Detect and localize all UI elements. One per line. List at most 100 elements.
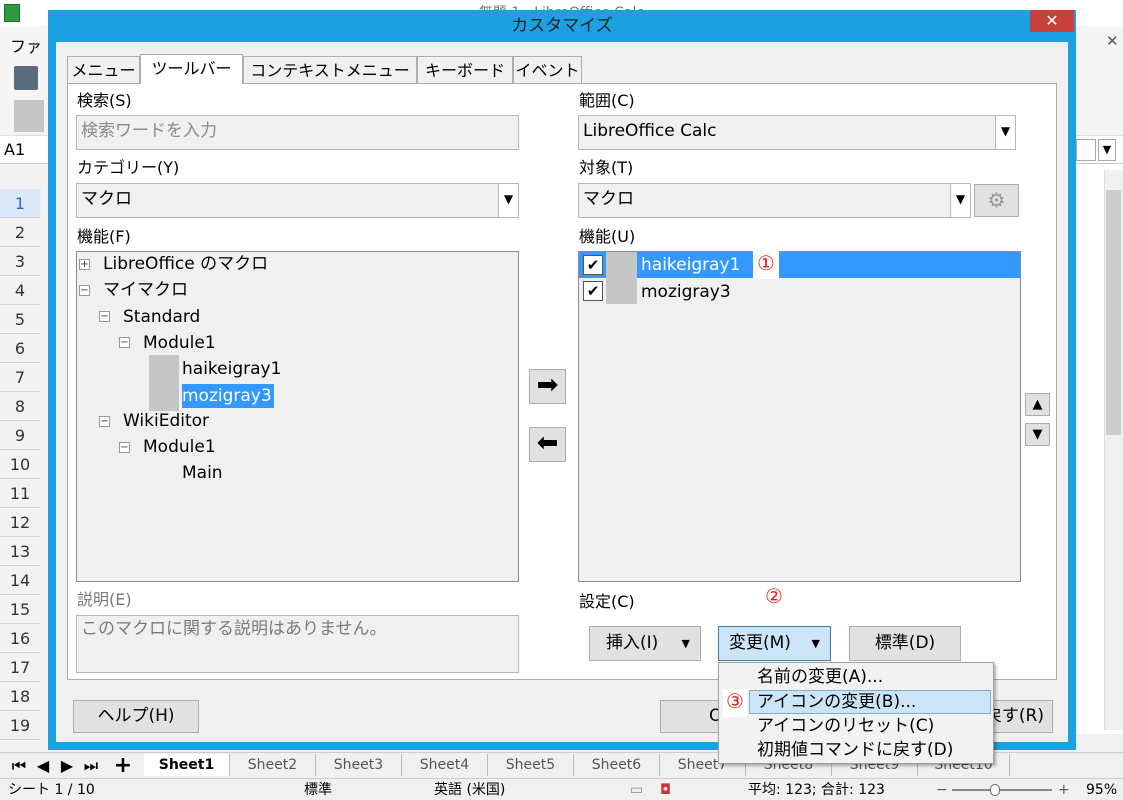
scrollbar-thumb[interactable] bbox=[1106, 190, 1121, 435]
close-document-icon[interactable]: ✕ bbox=[1106, 32, 1119, 50]
description-label: 説明(E) bbox=[77, 590, 132, 609]
add-command-button[interactable]: ➡ bbox=[529, 369, 566, 404]
selection-mode-icon[interactable]: ▭ bbox=[630, 779, 643, 800]
tree-item-main[interactable]: Main bbox=[182, 461, 223, 485]
collapse-icon[interactable]: − bbox=[99, 311, 110, 322]
tree-item-libreoffice-macros[interactable]: LibreOffice のマクロ bbox=[103, 252, 268, 276]
tab-events[interactable]: イベント bbox=[513, 56, 582, 83]
row-header[interactable]: 15 bbox=[0, 595, 40, 624]
row-header[interactable]: 9 bbox=[0, 421, 40, 450]
collapse-icon[interactable]: − bbox=[119, 442, 130, 453]
remove-command-button[interactable]: ⬅ bbox=[529, 427, 566, 462]
checkbox-haikeigray1[interactable]: ✔ bbox=[583, 255, 603, 275]
last-sheet-icon[interactable]: ⏭ bbox=[80, 755, 102, 777]
collapse-icon[interactable]: − bbox=[99, 416, 110, 427]
chevron-down-icon: ▼ bbox=[681, 637, 690, 650]
row-header[interactable]: 19 bbox=[0, 711, 40, 740]
collapse-icon[interactable]: − bbox=[79, 285, 90, 296]
status-language[interactable]: 英語 (米国) bbox=[434, 779, 505, 800]
prev-sheet-icon[interactable]: ◀ bbox=[32, 755, 54, 777]
row-header[interactable]: 13 bbox=[0, 537, 40, 566]
next-sheet-icon[interactable]: ▶ bbox=[56, 755, 78, 777]
row-header[interactable]: 16 bbox=[0, 624, 40, 653]
row-header[interactable]: 17 bbox=[0, 653, 40, 682]
command-icon-placeholder bbox=[606, 252, 637, 304]
tab-keyboard[interactable]: キーボード bbox=[417, 56, 513, 83]
arrow-up-icon: ▲ bbox=[1032, 397, 1043, 412]
zoom-in-icon[interactable]: + bbox=[1058, 779, 1070, 800]
zoom-slider[interactable] bbox=[952, 789, 1052, 791]
status-zoom[interactable]: 95% bbox=[1086, 779, 1117, 800]
list-item-haikeigray1[interactable]: haikeigray1 bbox=[641, 253, 740, 277]
gear-icon[interactable]: ⚙ bbox=[974, 184, 1019, 217]
row-header[interactable]: 3 bbox=[0, 247, 40, 276]
row-header[interactable]: 11 bbox=[0, 479, 40, 508]
zoom-slider-thumb[interactable] bbox=[990, 784, 1000, 796]
target-value: マクロ bbox=[583, 189, 634, 209]
move-down-button[interactable]: ▼ bbox=[1025, 423, 1050, 446]
chevron-down-icon[interactable]: ▼ bbox=[950, 184, 970, 217]
tree-item-standard[interactable]: Standard bbox=[123, 305, 200, 329]
row-header[interactable]: 8 bbox=[0, 392, 40, 421]
status-sheet: シート 1 / 10 bbox=[8, 782, 95, 798]
modify-button[interactable]: 変更(M) ▼ bbox=[718, 626, 831, 661]
sheet-tab-3[interactable]: Sheet3 bbox=[316, 754, 402, 776]
name-box[interactable]: A1 bbox=[4, 140, 25, 159]
toolbar-placeholder-icon[interactable] bbox=[14, 100, 44, 132]
menu-item-restore-default[interactable]: 初期値コマンドに戻す(D) bbox=[757, 738, 953, 762]
tree-item-wikieditor[interactable]: WikiEditor bbox=[123, 409, 209, 433]
insert-button[interactable]: 挿入(I) ▼ bbox=[589, 626, 701, 661]
row-header[interactable]: 2 bbox=[0, 218, 40, 247]
search-input[interactable]: 検索ワードを入力 bbox=[76, 115, 519, 150]
menu-item-rename[interactable]: 名前の変更(A)... bbox=[757, 665, 883, 689]
tree-item-haikeigray1[interactable]: haikeigray1 bbox=[182, 357, 281, 381]
list-item-mozigray3[interactable]: mozigray3 bbox=[641, 280, 731, 304]
status-page-style[interactable]: 標準 bbox=[304, 779, 332, 800]
help-button[interactable]: ヘルプ(H) bbox=[73, 700, 199, 733]
row-header[interactable]: 7 bbox=[0, 363, 40, 392]
doc-modified-icon[interactable]: ◘ bbox=[660, 779, 671, 800]
sheet-tab-6[interactable]: Sheet6 bbox=[574, 754, 660, 776]
menu-item-reset-icon[interactable]: アイコンのリセット(C) bbox=[757, 714, 934, 738]
menu-file[interactable]: ファ bbox=[10, 33, 42, 57]
target-select[interactable]: マクロ ▼ bbox=[578, 183, 971, 218]
tree-item-mozigray3[interactable]: mozigray3 bbox=[182, 384, 274, 408]
tab-menus[interactable]: メニュー bbox=[67, 56, 140, 83]
default-button[interactable]: 標準(D) bbox=[849, 626, 961, 661]
collapse-icon[interactable]: − bbox=[119, 337, 130, 348]
menu-item-change-icon[interactable]: アイコンの変更(B)... bbox=[757, 690, 916, 714]
row-header[interactable]: 10 bbox=[0, 450, 40, 479]
row-header[interactable]: 4 bbox=[0, 276, 40, 305]
sheet-tab-2[interactable]: Sheet2 bbox=[230, 754, 316, 776]
category-select[interactable]: マクロ ▼ bbox=[76, 183, 519, 218]
row-header[interactable]: 18 bbox=[0, 682, 40, 711]
zoom-out-icon[interactable]: − bbox=[936, 779, 948, 800]
tree-item-module1-wiki[interactable]: Module1 bbox=[143, 435, 216, 459]
move-up-button[interactable]: ▲ bbox=[1025, 393, 1050, 416]
modify-dropdown-menu: 名前の変更(A)... アイコンの変更(B)... アイコンのリセット(C) 初… bbox=[718, 662, 994, 764]
tree-item-module1[interactable]: Module1 bbox=[143, 331, 216, 355]
chevron-down-icon[interactable]: ▼ bbox=[498, 184, 518, 217]
namebox-dropdown-icon[interactable]: ▼ bbox=[1098, 139, 1116, 161]
save-icon[interactable] bbox=[14, 66, 38, 90]
first-sheet-icon[interactable]: ⏮ bbox=[8, 755, 30, 777]
formula-input-end[interactable] bbox=[1076, 139, 1096, 161]
tab-toolbars[interactable]: ツールバー bbox=[140, 54, 243, 84]
row-header[interactable]: 1 bbox=[0, 189, 40, 218]
row-header[interactable]: 5 bbox=[0, 305, 40, 334]
tab-context-menus[interactable]: コンテキストメニュー bbox=[243, 56, 417, 83]
scope-select[interactable]: LibreOffice Calc ▼ bbox=[578, 115, 1016, 150]
sheet-tab-5[interactable]: Sheet5 bbox=[488, 754, 574, 776]
tree-item-my-macros[interactable]: マイマクロ bbox=[103, 278, 188, 302]
row-header[interactable]: 14 bbox=[0, 566, 40, 595]
sheet-tab-4[interactable]: Sheet4 bbox=[402, 754, 488, 776]
expand-icon[interactable]: + bbox=[79, 259, 90, 270]
annotation-2: ② bbox=[761, 584, 787, 614]
row-header[interactable]: 12 bbox=[0, 508, 40, 537]
add-sheet-icon[interactable]: + bbox=[112, 755, 134, 777]
checkbox-mozigray3[interactable]: ✔ bbox=[583, 281, 603, 301]
row-header[interactable]: 6 bbox=[0, 334, 40, 363]
sheet-tab-1[interactable]: Sheet1 bbox=[144, 754, 230, 776]
chevron-down-icon[interactable]: ▼ bbox=[995, 116, 1015, 149]
dialog-close-button[interactable]: ✕ bbox=[1030, 10, 1074, 32]
